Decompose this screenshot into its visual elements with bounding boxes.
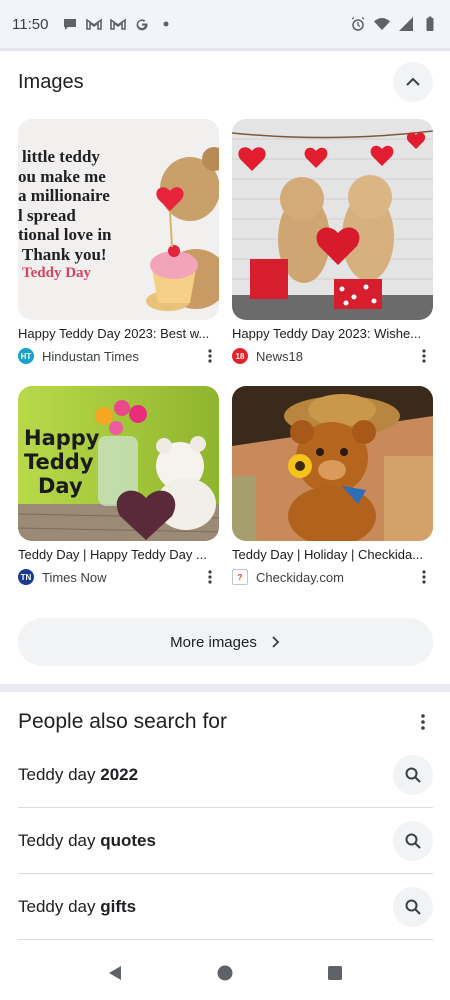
more-images-button[interactable]: More images	[18, 618, 433, 666]
related-search-item[interactable]: Teddy day 2022	[18, 742, 433, 808]
notification-icons	[62, 16, 174, 32]
navigation-bar	[0, 946, 450, 1000]
chat-bubble-icon	[62, 16, 78, 32]
people-also-search-title: People also search for	[18, 710, 227, 733]
search-button[interactable]	[393, 754, 433, 795]
image-card[interactable]: little teddy ou make me a millionaire l …	[18, 119, 219, 365]
search-button[interactable]	[393, 820, 433, 861]
thumb-text-line: Happy	[24, 426, 100, 450]
search-button[interactable]	[393, 886, 433, 927]
source-logo: TN	[18, 569, 34, 585]
image-thumbnail[interactable]	[232, 119, 433, 320]
card-source: HT Hindustan Times	[18, 347, 219, 365]
images-title: Images	[18, 70, 84, 93]
source-logo: ?	[232, 569, 248, 585]
battery-icon	[422, 16, 438, 32]
source-name: Hindustan Times	[42, 348, 139, 364]
wifi-icon	[374, 16, 390, 32]
search-icon	[405, 833, 421, 849]
more-options-button[interactable]	[415, 568, 433, 586]
more-vert-icon	[421, 714, 425, 730]
recents-button[interactable]	[320, 958, 350, 988]
more-options-button[interactable]	[201, 347, 219, 365]
alarm-icon	[350, 16, 366, 32]
source-name: Times Now	[42, 569, 107, 585]
related-search-text: Teddy day 2022	[18, 764, 139, 784]
thumb-text-line: little teddy	[22, 147, 100, 166]
source-logo: HT	[18, 348, 34, 364]
thumb-text-line: Thank you!	[22, 244, 107, 264]
image-thumbnail[interactable]: Happy Teddy Day	[18, 386, 219, 541]
card-title[interactable]: Happy Teddy Day 2023: Best w...	[18, 326, 219, 341]
thumb-text-line: a millionaire	[18, 186, 110, 205]
more-images-label: More images	[170, 633, 257, 651]
image-card[interactable]: Happy Teddy Day Teddy Day | Happy Teddy …	[18, 386, 219, 586]
section-divider	[0, 684, 450, 692]
system-icons	[350, 16, 438, 32]
card-title[interactable]: Teddy Day | Happy Teddy Day ...	[18, 547, 219, 562]
related-search-text: Teddy day quotes	[18, 830, 156, 850]
thumb-text-line: Teddy Day	[22, 265, 92, 281]
more-vert-icon	[208, 570, 212, 584]
more-vert-icon	[422, 349, 426, 363]
gmail-icon	[110, 16, 127, 32]
card-title[interactable]: Happy Teddy Day 2023: Wishe...	[232, 326, 433, 341]
chevron-up-icon	[406, 77, 420, 86]
source-name: News18	[256, 348, 303, 364]
collapse-button[interactable]	[393, 62, 433, 102]
signal-icon	[398, 16, 414, 32]
thumb-text-line: tional love in	[18, 225, 112, 244]
more-options-button[interactable]	[201, 568, 219, 586]
images-header: Images	[18, 62, 433, 102]
dot-icon	[158, 16, 174, 32]
thumb-text-line: l spread	[18, 205, 76, 225]
related-search-item[interactable]: Teddy day quotes	[18, 808, 433, 874]
status-bar: 11:50	[0, 0, 450, 48]
home-button[interactable]	[210, 958, 240, 988]
source-name: Checkiday.com	[256, 569, 344, 585]
more-vert-icon	[208, 349, 212, 363]
card-title[interactable]: Teddy Day | Holiday | Checkida...	[232, 547, 433, 562]
more-options-button[interactable]	[415, 347, 433, 365]
thumb-text-line: Teddy	[24, 450, 94, 474]
status-divider	[0, 48, 450, 51]
thumb-text-line: Day	[38, 474, 83, 498]
image-card[interactable]: Teddy Day | Holiday | Checkida... ? Chec…	[232, 386, 433, 586]
status-time: 11:50	[12, 15, 49, 33]
card-source: ? Checkiday.com	[232, 568, 433, 586]
more-vert-icon	[422, 570, 426, 584]
search-icon	[405, 767, 421, 783]
home-icon	[217, 965, 233, 981]
card-source: 18 News18	[232, 347, 433, 365]
search-icon	[405, 899, 421, 915]
source-logo: 18	[232, 348, 248, 364]
image-card[interactable]: Happy Teddy Day 2023: Wishe... 18 News18	[232, 119, 433, 365]
back-button[interactable]	[100, 958, 130, 988]
google-icon	[134, 16, 150, 32]
card-source: TN Times Now	[18, 568, 219, 586]
related-search-item[interactable]: Teddy day gifts	[18, 874, 433, 940]
back-icon	[109, 966, 121, 980]
image-thumbnail[interactable]	[232, 386, 433, 541]
thumb-text-line: ou make me	[18, 166, 106, 186]
gmail-icon	[86, 16, 103, 32]
more-options-button[interactable]	[413, 712, 433, 732]
people-also-search-header: People also search for	[18, 704, 433, 740]
recents-icon	[328, 966, 342, 980]
image-thumbnail[interactable]: little teddy ou make me a millionaire l …	[18, 119, 219, 320]
chevron-right-icon	[272, 636, 280, 648]
related-search-text: Teddy day gifts	[18, 896, 137, 916]
